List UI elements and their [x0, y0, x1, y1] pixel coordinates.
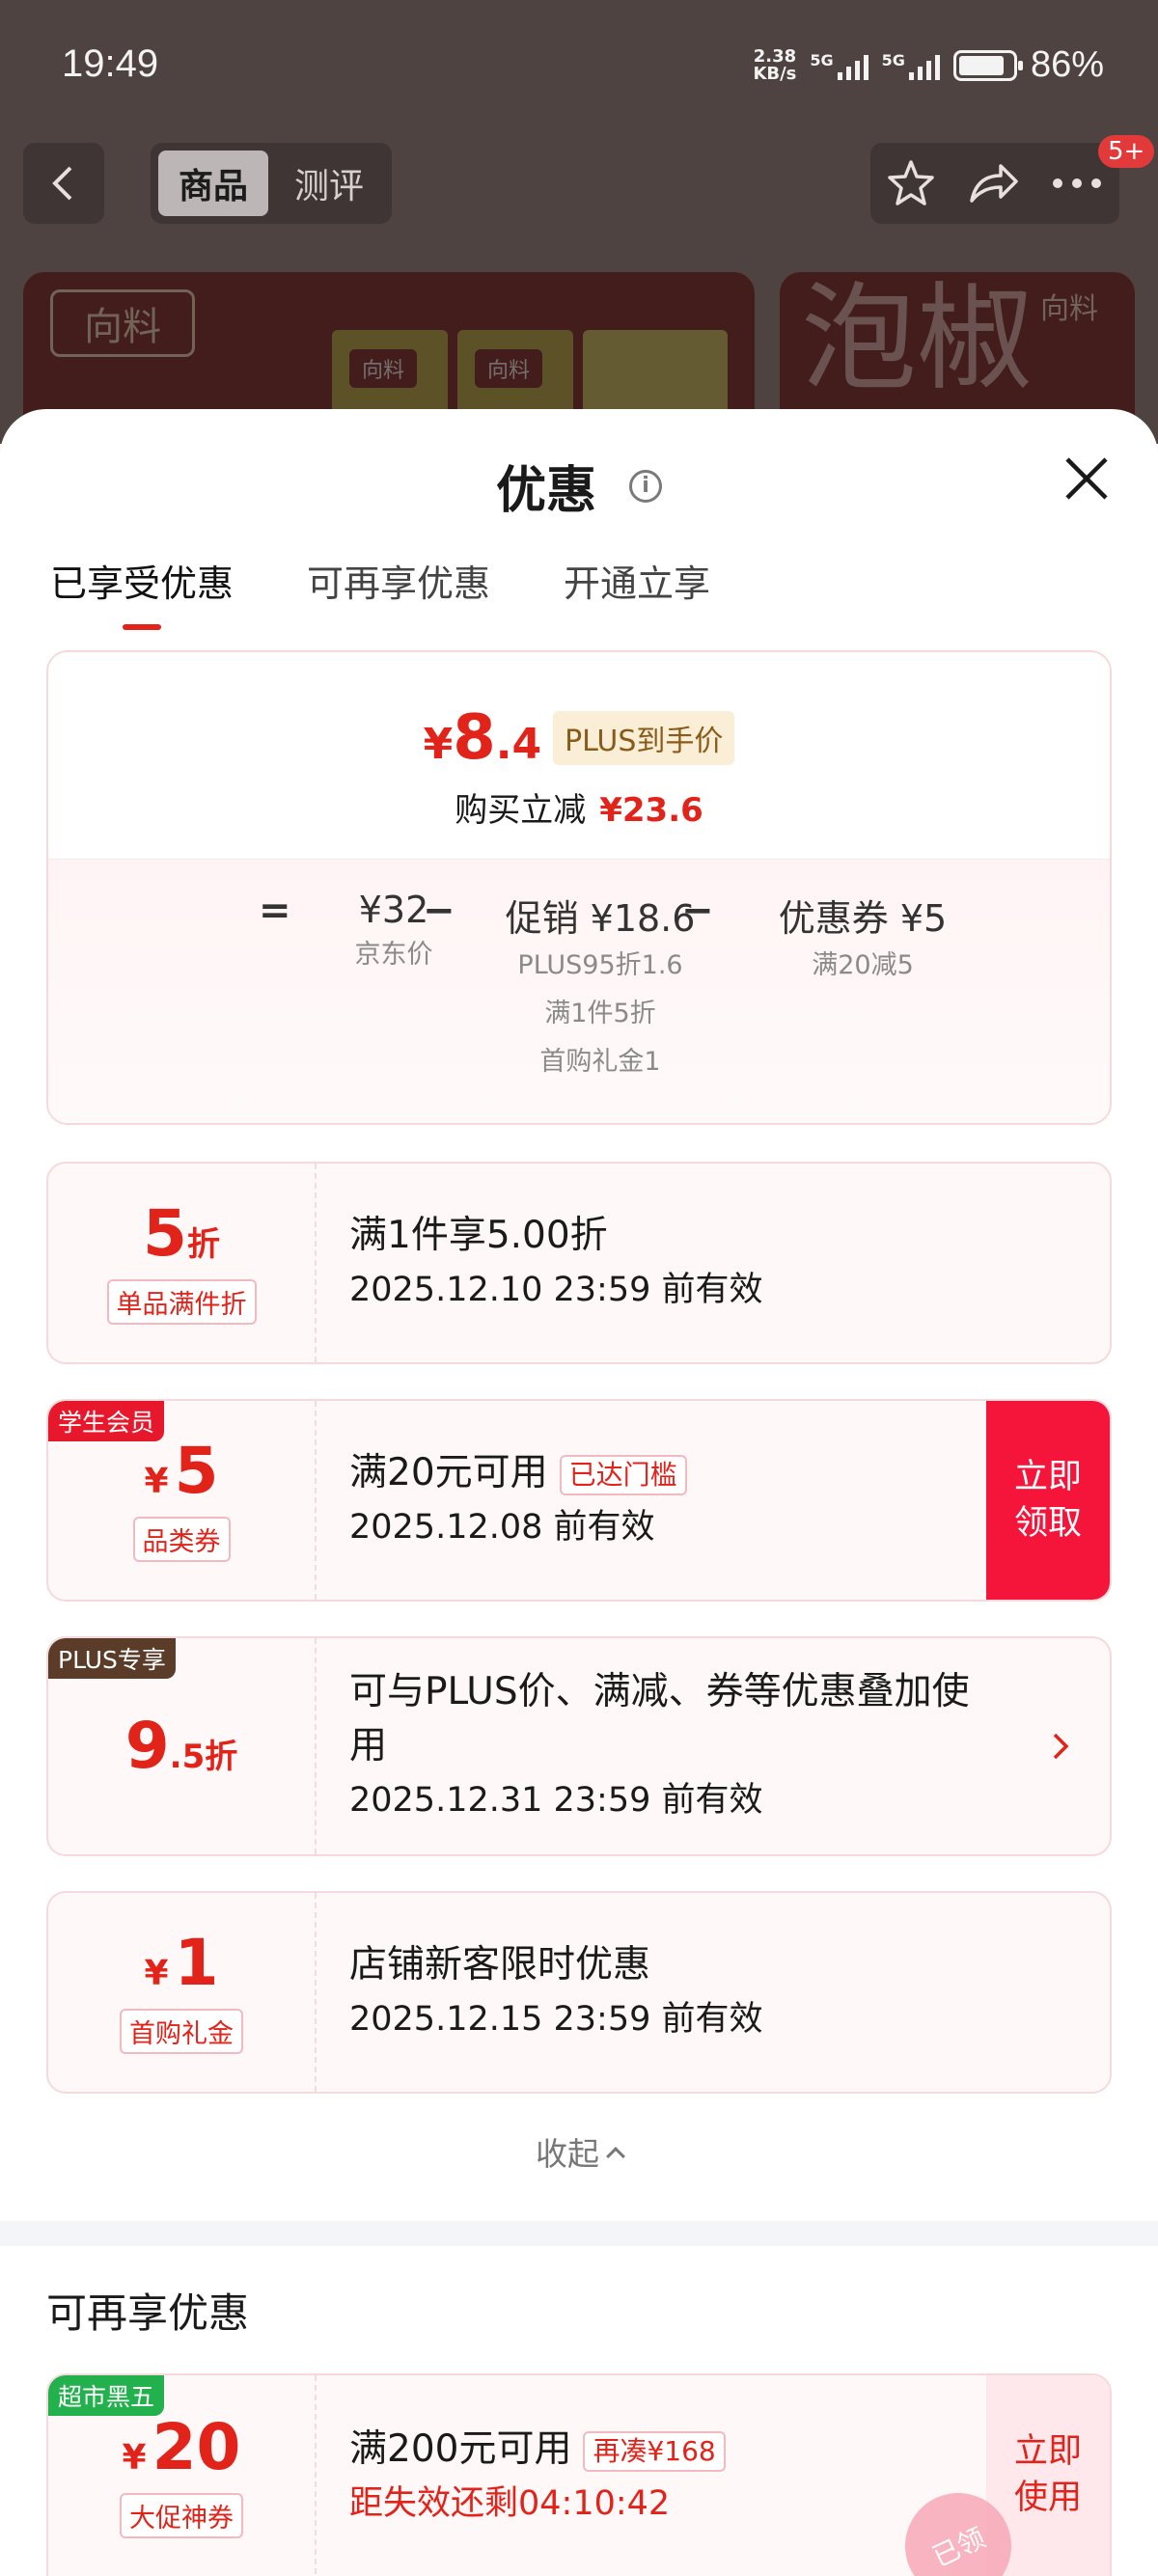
- claim-button[interactable]: 立即领取: [986, 1401, 1110, 1600]
- threshold-tag: 已达门槛: [559, 1454, 687, 1495]
- signal-icon-2: 5G: [882, 51, 940, 80]
- coupon-title: 满200元可用: [349, 2427, 572, 2471]
- coupon-card-category: 学生会员 ¥5 品类券 满20元可用 已达门槛 2025.12.08 前有效 立即…: [46, 1399, 1112, 1602]
- top-nav: 商品 测评 5+: [0, 135, 1158, 224]
- more-discounts-title: 可再享优惠: [46, 2289, 250, 2337]
- battery-icon: [952, 49, 1023, 81]
- notification-badge: 5+: [1098, 135, 1155, 168]
- coupon-type: 大促神券: [120, 2492, 243, 2538]
- coupon-card-discount: 5折 单品满件折 满1件享5.00折 2025.12.10 23:59 前有效: [46, 1162, 1112, 1364]
- signal-icon: 5G: [810, 51, 868, 80]
- coupon-date: 2025.12.15 23:59 前有效: [349, 2000, 763, 2039]
- discount-tabs: 已享受优惠 可再享优惠 开通立享: [50, 554, 710, 630]
- product-review-switch: 商品 测评: [151, 143, 392, 224]
- close-icon[interactable]: [1060, 452, 1114, 506]
- plus-price-tag: PLUS到手价: [553, 711, 735, 765]
- chevron-up-icon: [606, 2146, 625, 2166]
- coupon-title: 满20元可用: [349, 1451, 548, 1494]
- tab-product[interactable]: 商品: [158, 151, 268, 216]
- coupon-date: 2025.12.08 前有效: [349, 1508, 655, 1547]
- coupon-date: 2025.12.10 23:59 前有效: [349, 1271, 763, 1309]
- share-icon[interactable]: [966, 158, 1020, 208]
- tab-enjoyed[interactable]: 已享受优惠: [50, 554, 234, 630]
- coupon-type: 单品满件折: [106, 1278, 257, 1325]
- battery-percent: 86%: [1030, 44, 1104, 85]
- add-more-tag: 再凑¥168: [583, 2430, 726, 2472]
- status-time: 19:49: [62, 42, 159, 85]
- tab-more-available[interactable]: 可再享优惠: [307, 554, 490, 630]
- collapse-button[interactable]: 收起: [0, 2128, 1158, 2175]
- chevron-right-icon[interactable]: [1046, 1727, 1075, 1766]
- net-speed: 2.38 KB/s: [753, 45, 797, 84]
- reduce-line: 购买立减 ¥23.6: [455, 791, 703, 830]
- final-price: ¥8.4: [423, 702, 542, 774]
- countdown: 距失效还剩04:10:42: [349, 2484, 671, 2523]
- section-divider: [0, 2221, 1158, 2246]
- tab-activate[interactable]: 开通立享: [564, 554, 710, 630]
- star-icon[interactable]: [886, 158, 936, 208]
- coupon-type: 品类券: [132, 1516, 231, 1562]
- sheet-header: 优惠 i: [0, 450, 1158, 522]
- info-icon[interactable]: i: [629, 469, 663, 503]
- discount-sheet: 优惠 i 已享受优惠 可再享优惠 开通立享 ¥8.4 PLUS到手价 购买立减 ¥…: [0, 409, 1158, 2576]
- back-button[interactable]: [23, 143, 104, 224]
- coupon-title: 可与PLUS价、满减、券等优惠叠加使用: [349, 1670, 970, 1768]
- more-icon[interactable]: [1050, 174, 1104, 193]
- coupon-date: 2025.12.31 23:59 前有效: [349, 1781, 763, 1820]
- chevron-left-icon: [52, 166, 72, 201]
- coupon-card-plus[interactable]: PLUS专享 9.5 折 可与PLUS价、满减、券等优惠叠加使用 2025.12.…: [46, 1636, 1112, 1856]
- coupon-amount: 优惠券 ¥5: [778, 897, 948, 940]
- price-formula: = ¥32 京东价 − 促销 ¥18.6 PLUS95折1.6 满1件5折 首购…: [48, 859, 1110, 1123]
- coupon-title: 满1件享5.00折: [349, 1214, 608, 1257]
- coupon-title: 店铺新客限时优惠: [349, 1943, 651, 1987]
- tab-review[interactable]: 测评: [274, 151, 384, 216]
- action-group: [870, 143, 1119, 224]
- status-bar: 19:49 2.38 KB/s 5G 5G 86%: [0, 0, 1158, 135]
- reduce-amount: ¥23.6: [599, 791, 703, 830]
- sheet-title: 优惠: [495, 462, 596, 520]
- price-summary-card: ¥8.4 PLUS到手价 购买立减 ¥23.6 = ¥32 京东价 − 促销 ¥1…: [46, 650, 1112, 1125]
- coupon-type: 首购礼金: [120, 2008, 243, 2054]
- coupon-card-gift: ¥1 首购礼金 店铺新客限时优惠 2025.12.15 23:59 前有效: [46, 1891, 1112, 2094]
- coupon-block: 优惠券 ¥5 满20减5: [718, 889, 1007, 990]
